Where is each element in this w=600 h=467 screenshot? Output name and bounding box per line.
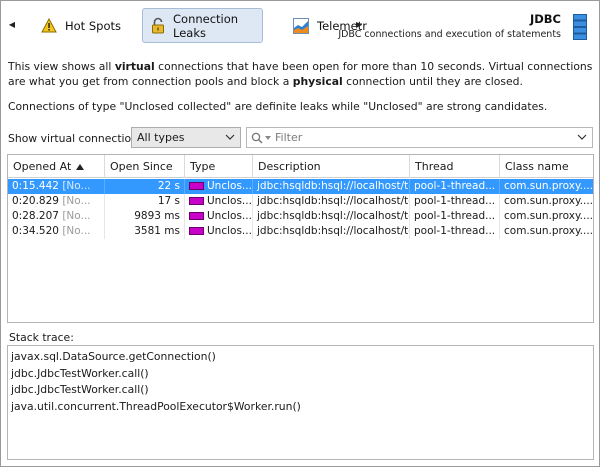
tab-connection-leaks-label: Connection Leaks xyxy=(173,11,239,40)
database-icon xyxy=(573,14,587,40)
cell-type: Unclos... xyxy=(185,224,253,239)
opened-at-time: 0:28.207 xyxy=(12,210,59,222)
description-bold-virtual: virtual xyxy=(114,60,155,73)
column-header-label: Opened At xyxy=(13,160,72,173)
lock-icon xyxy=(151,17,165,34)
view-description-note: Connections of type "Unclosed collected"… xyxy=(8,100,548,113)
sort-ascending-icon xyxy=(76,163,85,170)
jdbc-connection-leaks-view: ◀ Hot Spots Connection Leaks Telemetr ▶ … xyxy=(0,0,600,467)
table-row[interactable]: 0:34.520 [No... 3581 ms Unclos... jdbc:h… xyxy=(8,224,593,239)
opened-at-time: 0:20.829 xyxy=(12,195,59,207)
cell-opened-at: 0:15.442 [No... xyxy=(8,179,105,194)
column-header-open-since[interactable]: Open Since xyxy=(105,155,185,178)
stack-frame[interactable]: jdbc.JdbcTestWorker.call() xyxy=(8,382,593,399)
view-description: This view shows all virtual connections … xyxy=(8,59,593,89)
tab-hot-spots[interactable]: Hot Spots xyxy=(33,8,139,43)
search-dropdown-icon xyxy=(265,135,271,141)
table-row[interactable]: 0:28.207 [No... 9893 ms Unclos... jdbc:h… xyxy=(8,209,593,224)
stack-trace-panel: javax.sql.DataSource.getConnection() jdb… xyxy=(7,345,594,460)
view-toolbar: ◀ Hot Spots Connection Leaks Telemetr ▶ … xyxy=(1,1,599,49)
column-header-opened-at[interactable]: Opened At xyxy=(8,155,105,178)
opened-at-ref: [No... xyxy=(62,225,91,237)
tab-connection-leaks[interactable]: Connection Leaks xyxy=(142,8,263,43)
view-header: JDBC JDBC connections and execution of s… xyxy=(338,12,561,40)
cell-thread: pool-1-thread... xyxy=(410,194,500,209)
column-header-description[interactable]: Description xyxy=(253,155,410,178)
type-label: Unclos... xyxy=(207,225,252,237)
cell-thread: pool-1-thread... xyxy=(410,209,500,224)
connection-type-select-value: All types xyxy=(137,131,185,144)
cell-type: Unclos... xyxy=(185,209,253,224)
warning-icon xyxy=(41,18,57,33)
cell-description: jdbc:hsqldb:hsql://localhost/test xyxy=(253,224,410,239)
type-color-swatch xyxy=(189,182,204,190)
type-label: Unclos... xyxy=(207,195,252,207)
cell-opened-at: 0:34.520 [No... xyxy=(8,224,105,239)
cell-open-since: 22 s xyxy=(105,179,185,194)
cell-class-name: com.sun.proxy.... xyxy=(504,180,594,192)
opened-at-time: 0:15.442 xyxy=(12,180,59,192)
search-icon xyxy=(251,132,263,144)
table-header: Opened At Open Since Type Description Th… xyxy=(8,155,593,178)
opened-at-ref: [No... xyxy=(62,180,91,192)
connections-table: Opened At Open Since Type Description Th… xyxy=(7,154,594,323)
tab-hot-spots-label: Hot Spots xyxy=(65,18,121,33)
cell-type: Unclos... xyxy=(185,194,253,209)
description-text: This view shows all xyxy=(8,60,115,73)
cell-open-since: 17 s xyxy=(105,194,185,209)
view-subtitle: JDBC connections and execution of statem… xyxy=(338,29,561,40)
type-color-swatch xyxy=(189,227,204,235)
type-color-swatch xyxy=(189,197,204,205)
cell-class-name: com.sun.proxy.... xyxy=(504,210,594,222)
description-bold-physical: physical xyxy=(292,75,343,88)
table-row[interactable]: 0:15.442 [No... 22 s Unclos... jdbc:hsql… xyxy=(8,179,593,194)
stack-frame[interactable]: jdbc.JdbcTestWorker.call() xyxy=(8,366,593,383)
stack-frame[interactable]: javax.sql.DataSource.getConnection() xyxy=(8,349,593,366)
telemetry-chart-icon xyxy=(293,17,309,34)
opened-at-ref: [No... xyxy=(62,195,91,207)
description-text: connection until they are closed. xyxy=(342,75,523,88)
type-color-swatch xyxy=(189,212,204,220)
cell-type: Unclos... xyxy=(185,179,253,194)
column-header-thread[interactable]: Thread xyxy=(410,155,500,178)
show-connections-label: Show virtual connections: xyxy=(8,132,148,145)
cell-description: jdbc:hsqldb:hsql://localhost/test xyxy=(253,179,410,194)
chevron-down-icon[interactable] xyxy=(577,132,587,145)
cell-thread: pool-1-thread... xyxy=(410,179,500,194)
opened-at-ref: [No... xyxy=(62,210,91,222)
filter-placeholder: Filter xyxy=(275,131,303,144)
filter-input[interactable]: Filter xyxy=(246,127,593,148)
scroll-left-arrow-icon[interactable]: ◀ xyxy=(7,18,17,30)
type-label: Unclos... xyxy=(207,180,252,192)
column-header-class-name[interactable]: Class name xyxy=(500,155,593,178)
cell-class-name: com.sun.proxy.... xyxy=(504,195,594,207)
stack-frame[interactable]: java.util.concurrent.ThreadPoolExecutor$… xyxy=(8,399,593,416)
cell-thread: pool-1-thread... xyxy=(410,224,500,239)
cell-opened-at: 0:20.829 [No... xyxy=(8,194,105,209)
chevron-down-icon xyxy=(225,132,235,145)
cell-class-name: com.sun.proxy.... xyxy=(504,225,594,237)
column-header-type[interactable]: Type xyxy=(185,155,253,178)
opened-at-time: 0:34.520 xyxy=(12,225,59,237)
cell-open-since: 3581 ms xyxy=(105,224,185,239)
connection-type-select[interactable]: All types xyxy=(131,127,241,148)
cell-open-since: 9893 ms xyxy=(105,209,185,224)
cell-description: jdbc:hsqldb:hsql://localhost/test xyxy=(253,209,410,224)
stack-trace-label: Stack trace: xyxy=(9,331,74,344)
cell-description: jdbc:hsqldb:hsql://localhost/test xyxy=(253,194,410,209)
view-title: JDBC xyxy=(529,12,561,26)
cell-opened-at: 0:28.207 [No... xyxy=(8,209,105,224)
type-label: Unclos... xyxy=(207,210,252,222)
table-row[interactable]: 0:20.829 [No... 17 s Unclos... jdbc:hsql… xyxy=(8,194,593,209)
